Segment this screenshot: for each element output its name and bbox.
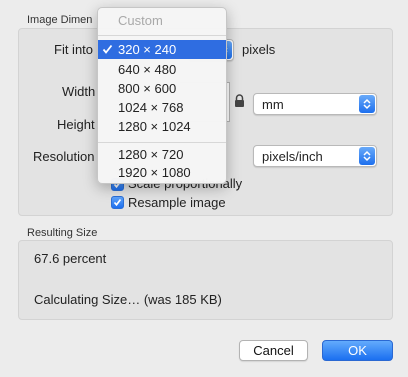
fit-unit-label: pixels bbox=[242, 42, 276, 57]
lock-icon[interactable] bbox=[234, 94, 245, 110]
ok-button[interactable]: OK bbox=[322, 340, 393, 361]
resample-image-label: Resample image bbox=[128, 195, 226, 210]
resulting-size-status: Calculating Size… (was 185 KB) bbox=[34, 292, 222, 307]
menu-item-1280x1024[interactable]: 1280 × 1024 bbox=[98, 117, 226, 136]
resolution-unit-value: pixels/inch bbox=[262, 149, 323, 164]
menu-item-800x600[interactable]: 800 × 600 bbox=[98, 79, 226, 98]
popup-arrows-icon bbox=[359, 147, 375, 165]
menu-item-640x480[interactable]: 640 × 480 bbox=[98, 60, 226, 79]
menu-item-custom: Custom bbox=[118, 13, 163, 28]
image-dimensions-title: Image Dimen bbox=[27, 14, 93, 26]
popup-arrows-icon bbox=[359, 95, 375, 113]
resample-image-checkbox[interactable] bbox=[111, 196, 124, 209]
menu-separator bbox=[98, 142, 226, 143]
resulting-size-title: Resulting Size bbox=[27, 227, 98, 239]
menu-separator bbox=[98, 35, 226, 36]
cancel-button[interactable]: Cancel bbox=[239, 340, 308, 361]
width-label: Width bbox=[62, 84, 96, 99]
resolution-label: Resolution bbox=[33, 149, 95, 164]
unit-value: mm bbox=[262, 97, 284, 112]
resolution-unit-popup[interactable]: pixels/inch bbox=[253, 145, 377, 167]
fit-into-label: Fit into bbox=[54, 42, 94, 57]
unit-popup[interactable]: mm bbox=[253, 93, 377, 115]
resulting-percent: 67.6 percent bbox=[34, 251, 107, 266]
menu-item-1920x1080[interactable]: 1920 × 1080 bbox=[98, 163, 226, 182]
height-label: Height bbox=[57, 117, 95, 132]
menu-item-1280x720[interactable]: 1280 × 720 bbox=[98, 145, 226, 164]
menu-item-320x240[interactable]: 320 × 240 bbox=[98, 40, 226, 59]
menu-item-1024x768[interactable]: 1024 × 768 bbox=[98, 98, 226, 117]
fit-into-menu: Custom 320 × 240 640 × 480 800 × 600 102… bbox=[97, 7, 227, 184]
